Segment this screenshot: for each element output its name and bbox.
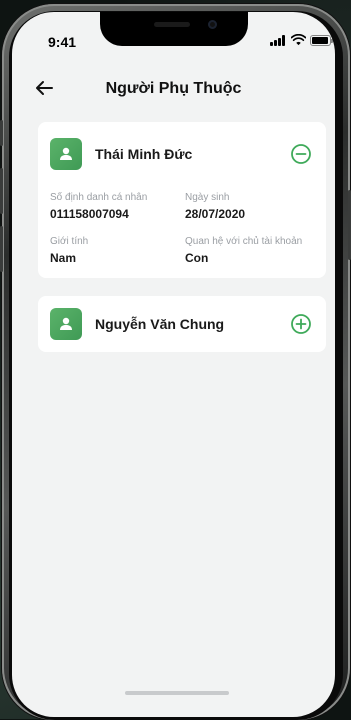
field-dob: Ngày sinh 28/07/2020 (185, 192, 245, 221)
field-id: Số định danh cá nhân 011158007094 (50, 192, 147, 221)
user-icon (60, 317, 72, 330)
dependent-card: Thái Minh Đức Số định danh cá nhân 01115… (38, 122, 326, 278)
page-title: Người Phụ Thuộc (105, 80, 242, 97)
user-icon (60, 147, 72, 160)
dependent-card-header[interactable]: Thái Minh Đức (38, 122, 326, 182)
dependent-name: Thái Minh Đức (95, 146, 193, 162)
dependent-card: Nguyễn Văn Chung (38, 296, 326, 352)
status-icons (270, 34, 333, 46)
minus-circle-icon[interactable] (290, 143, 312, 165)
front-camera (208, 20, 217, 29)
avatar (50, 308, 82, 340)
header: Người Phụ Thuộc (12, 68, 335, 108)
field-value: 011158007094 (50, 207, 129, 221)
notch (100, 12, 248, 46)
field-value: Nam (50, 251, 77, 265)
phone-screen: 9:41 Người Phụ Thuộc Thái Minh Đức Số đị… (12, 12, 335, 717)
speaker-grille (154, 22, 190, 27)
field-label: Quan hệ với chủ tài khoản (185, 236, 303, 247)
field-label: Số định danh cá nhân (50, 192, 148, 203)
side-button (0, 168, 3, 214)
wifi-icon (291, 34, 306, 46)
side-button (0, 226, 3, 272)
status-bar: 9:41 (12, 12, 335, 68)
field-label: Ngày sinh (185, 192, 230, 203)
battery-icon (310, 35, 333, 46)
dependent-card-header[interactable]: Nguyễn Văn Chung (38, 296, 326, 352)
home-indicator[interactable] (125, 691, 229, 695)
field-label: Giới tính (50, 236, 89, 247)
dependent-name: Nguyễn Văn Chung (95, 316, 225, 332)
plus-circle-icon[interactable] (290, 313, 312, 335)
side-button (0, 120, 3, 146)
avatar (50, 138, 82, 170)
field-relation: Quan hệ với chủ tài khoản Con (185, 236, 302, 265)
signal-icon (270, 35, 287, 46)
field-value: Con (185, 251, 209, 265)
status-time: 9:41 (48, 34, 77, 50)
field-gender: Giới tính Nam (50, 236, 88, 265)
field-value: 28/07/2020 (185, 207, 246, 221)
